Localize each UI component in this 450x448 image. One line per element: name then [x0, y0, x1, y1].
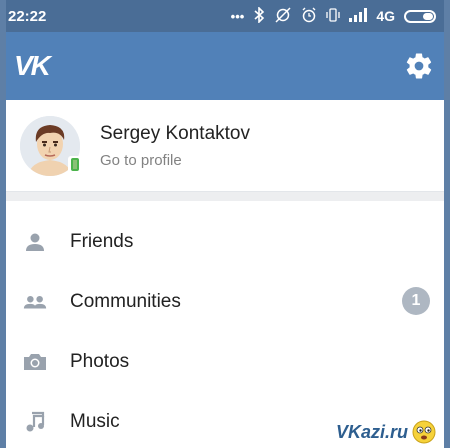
- menu-item-friends[interactable]: Friends: [6, 212, 444, 272]
- menu-label: Friends: [70, 231, 134, 252]
- profile-row[interactable]: Sergey Kontaktov Go to profile: [6, 100, 444, 192]
- signal-icon: [349, 8, 368, 24]
- music-note-icon: [22, 409, 48, 435]
- go-to-profile-link[interactable]: Go to profile: [100, 152, 250, 169]
- main-menu: Friends Communities 1 Photos Music: [6, 212, 444, 448]
- watermark-text: VKazi.ru: [335, 421, 408, 442]
- camera-icon: [22, 349, 48, 375]
- menu-item-photos[interactable]: Photos: [6, 332, 444, 392]
- gear-icon[interactable]: [404, 51, 434, 81]
- site-watermark: VKazi.ru: [331, 418, 440, 446]
- avatar[interactable]: [20, 115, 82, 176]
- network-type: 4G: [376, 8, 395, 24]
- alarm-icon: [301, 7, 317, 25]
- menu-label: Communities: [70, 291, 181, 312]
- battery-icon: [404, 9, 436, 23]
- app-toolbar: VK: [6, 32, 444, 100]
- app-frame: 22:22 ••• 4G VK Sergey Kontaktov Go to p…: [6, 0, 444, 448]
- menu-label: Photos: [70, 351, 130, 372]
- bluetooth-icon: [253, 6, 265, 25]
- profile-name: Sergey Kontaktov: [100, 122, 250, 144]
- no-sync-icon: [274, 7, 292, 25]
- status-time: 22:22: [8, 7, 47, 25]
- vibrate-icon: [326, 7, 340, 25]
- status-bar: 22:22 ••• 4G: [6, 0, 444, 32]
- person-icon: [22, 229, 48, 255]
- menu-item-communities[interactable]: Communities 1: [6, 272, 444, 332]
- count-badge: 1: [402, 287, 430, 315]
- mobile-online-icon: [68, 155, 82, 174]
- status-icons: ••• 4G: [230, 6, 436, 25]
- more-dots-icon: •••: [230, 8, 245, 24]
- menu-label: Music: [70, 411, 120, 432]
- profile-text: Sergey Kontaktov Go to profile: [100, 123, 250, 169]
- smiley-icon: [412, 420, 436, 444]
- vk-logo: VK: [14, 50, 51, 81]
- section-divider: [6, 192, 444, 201]
- people-icon: [22, 289, 48, 315]
